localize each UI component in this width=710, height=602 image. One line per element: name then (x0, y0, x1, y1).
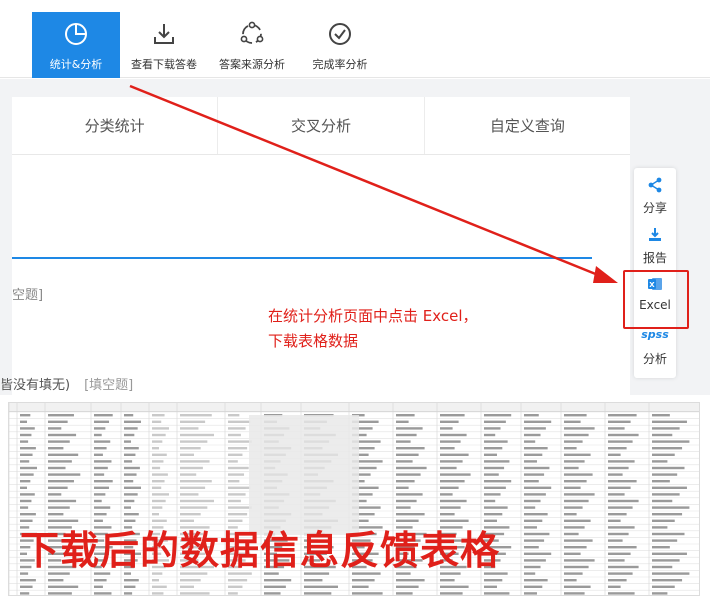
view-download-label: 查看下载答卷 (131, 58, 197, 71)
tab-cross-analysis[interactable]: 交叉分析 (218, 97, 425, 154)
caption-overlay: 下载后的数据信息反馈表格 (20, 529, 501, 574)
analysis-tabs: 分类统计 交叉分析 自定义查询 (12, 97, 630, 155)
share-icon (646, 176, 664, 194)
answer-source-label: 答案来源分析 (219, 58, 285, 71)
instruction-line-2: 下载表格数据 (268, 332, 359, 350)
spss-analysis-button[interactable]: spss 分析 (634, 328, 676, 367)
pie-chart-icon (62, 20, 90, 48)
view-download-responses-button[interactable]: 查看下载答卷 (122, 12, 206, 78)
tab-category-stats[interactable]: 分类统计 (12, 97, 219, 154)
report-label: 报告 (642, 251, 667, 265)
completion-rate-label: 完成率分析 (312, 58, 368, 71)
instruction-line-1: 在统计分析页面中点击 Excel， (268, 307, 478, 325)
question-hint-row: 皆没有填无) [填空题] (0, 374, 133, 393)
excel-highlight-box (623, 270, 689, 329)
fill-blank-tag: [填空题] (84, 378, 134, 393)
hint-text: 皆没有填无) (0, 378, 71, 393)
stats-analysis-button[interactable]: 统计&分析 (32, 12, 120, 78)
completion-rate-analysis-button[interactable]: 完成率分析 (298, 12, 382, 78)
answer-source-analysis-button[interactable]: 答案来源分析 (208, 12, 296, 78)
download-icon (150, 20, 178, 48)
accent-divider (12, 257, 592, 259)
report-download-icon (646, 226, 664, 244)
spss-analysis-label: 分析 (642, 352, 667, 366)
spss-icon: spss (641, 328, 669, 341)
share-button[interactable]: 分享 (634, 176, 676, 216)
check-circle-icon (326, 20, 354, 48)
tab-custom-query[interactable]: 自定义查询 (425, 97, 630, 154)
instruction-note: 在统计分析页面中点击 Excel， 下载表格数据 (268, 304, 478, 354)
share-nodes-icon (238, 20, 266, 48)
share-label: 分享 (642, 201, 667, 215)
top-toolbar: 统计&分析 查看下载答卷 答案来源分析 完成率分析 (0, 0, 710, 78)
report-button[interactable]: 报告 (634, 226, 676, 266)
stats-analysis-label: 统计&分析 (49, 58, 103, 71)
question-type-hint: 空题] (12, 288, 44, 303)
